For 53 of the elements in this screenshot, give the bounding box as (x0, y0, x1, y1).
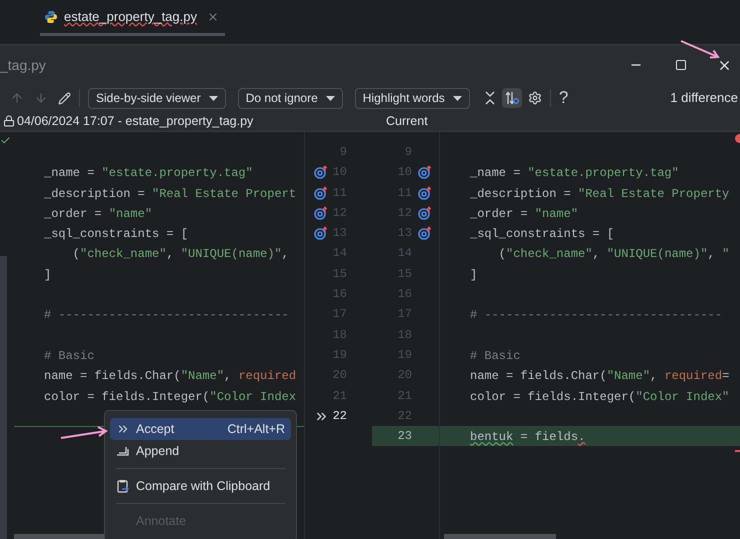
code-line: name = fields.Char("Name", required (44, 369, 296, 384)
code-line: # --------------------------------- (470, 308, 722, 322)
code-line: # -------------------------------- (44, 308, 289, 322)
pointer-arrow (680, 40, 720, 60)
line-number: 23 (396, 428, 412, 446)
code-line: _order = "name" (44, 206, 152, 221)
tab-title: estate_property_tag.py (64, 8, 197, 26)
dropdown-button[interactable]: Side-by-side viewer (88, 88, 226, 108)
menu-item[interactable]: Append (110, 440, 291, 462)
code-line: color = fields.Integer("Color Index (44, 390, 296, 404)
settings-icon[interactable] (528, 91, 542, 105)
clipboard-icon (116, 479, 130, 493)
code-line: _name = "estate.property.tag" (470, 166, 679, 180)
dropdown-caret-icon (208, 96, 218, 100)
code-line: _order = "name" (470, 206, 578, 221)
lock-icon (3, 115, 15, 127)
append-icon (116, 444, 130, 458)
collapse-icon[interactable] (484, 91, 496, 105)
pencil-icon[interactable] (58, 92, 71, 104)
error-stripe-mark (735, 450, 740, 452)
code-line: _description = "Real Estate Property (470, 186, 730, 201)
code-line: _name = "estate.property.tag" (44, 166, 253, 180)
code-line: bentuk = fields. (470, 430, 586, 444)
dropdown-caret-icon (326, 96, 335, 100)
dropdown-caret-icon (452, 96, 462, 100)
code-line: ("check_name", "UNIQUE(name)", " (498, 247, 730, 262)
pane-header: Current (386, 112, 428, 130)
maximize-icon[interactable] (675, 59, 687, 71)
editor-tab[interactable]: estate_property_tag.py (40, 0, 225, 36)
line-number: 22 (332, 408, 347, 425)
code-line: _sql_constraints = [ (470, 227, 614, 242)
pane-header: 04/06/2024 17:07 - estate_property_tag.py (17, 112, 254, 130)
code-line: _description = "Real Estate Propert (44, 186, 296, 201)
code-line: ] (470, 268, 478, 282)
dialog-title: _tag.py (0, 56, 46, 75)
menu-item[interactable]: Compare with Clipboard (110, 475, 291, 497)
difference-count: 1 difference (670, 89, 739, 108)
menu-item[interactable]: Accept Ctrl+Alt+R (110, 418, 291, 440)
pointer-arrow (60, 426, 108, 440)
sync-scroll-toggle[interactable] (502, 88, 522, 108)
code-line: name = fields.Char("Name", required= (470, 369, 730, 384)
code-line: ] (44, 268, 52, 282)
code-line: ("check_name", "UNIQUE(name)", (72, 247, 289, 262)
check-icon (0, 135, 11, 146)
code-line: # Basic (44, 348, 94, 363)
python-logo-icon (44, 10, 58, 24)
scrollbar-thumb[interactable] (444, 534, 556, 539)
code-line: _sql_constraints = [ (44, 227, 188, 242)
dropdown-button[interactable]: Highlight words (354, 88, 470, 108)
help-button[interactable]: ? (558, 85, 568, 111)
code-line: color = fields.Integer("Color Index" (470, 390, 730, 404)
dropdown-button[interactable]: Do not ignore (238, 88, 343, 108)
code-line: # Basic (470, 348, 520, 363)
